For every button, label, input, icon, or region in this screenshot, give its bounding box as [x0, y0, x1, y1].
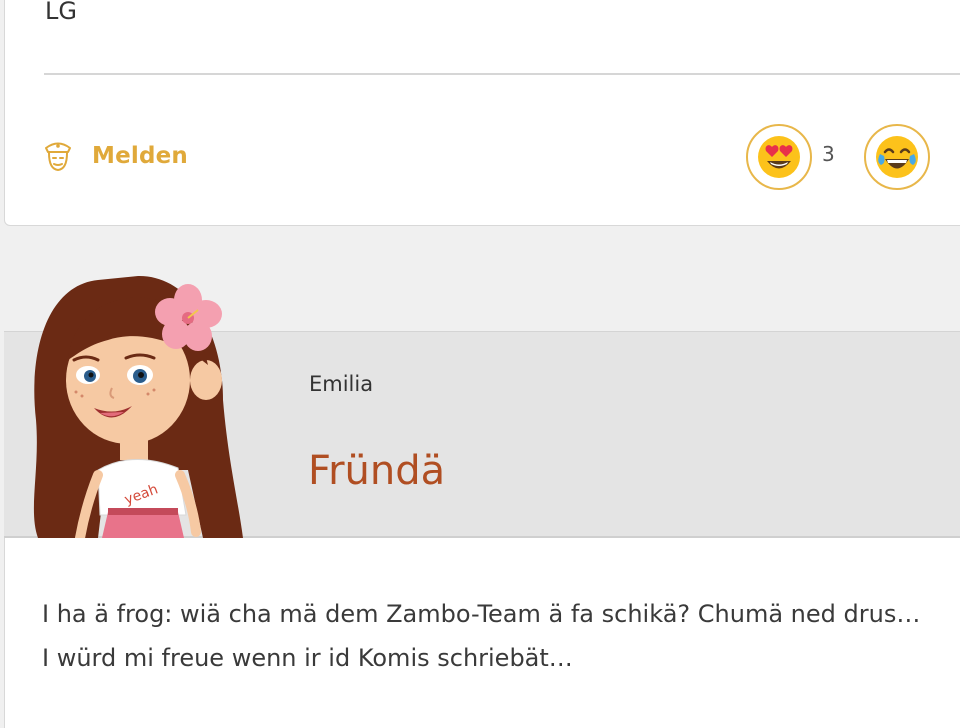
report-label: Melden [92, 143, 189, 169]
divider [44, 73, 960, 75]
girl-avatar-icon: yeah [33, 275, 244, 538]
post-title: Fründä [308, 448, 446, 494]
heart-eyes-emoji-icon [758, 136, 800, 178]
police-officer-icon [45, 142, 71, 172]
report-button[interactable]: Melden [38, 136, 188, 176]
reaction-heart-eyes-button[interactable] [746, 124, 812, 190]
post-text-line: I ha ä frog: wiä cha mä dem Zambo-Team ä… [42, 600, 921, 628]
previous-post-card: LG [4, 0, 960, 226]
post-text: I ha ä frog: wiä cha mä dem Zambo-Team ä… [42, 592, 952, 680]
author-name: Emilia [309, 372, 374, 396]
post-text-line: I würd mi freue wenn ir id Komis schrieb… [42, 644, 573, 672]
reaction-tears-of-joy-button[interactable] [864, 124, 930, 190]
previous-post-text: LG [45, 0, 77, 25]
reaction-count: 3 [822, 142, 835, 166]
tears-of-joy-emoji-icon [876, 136, 918, 178]
